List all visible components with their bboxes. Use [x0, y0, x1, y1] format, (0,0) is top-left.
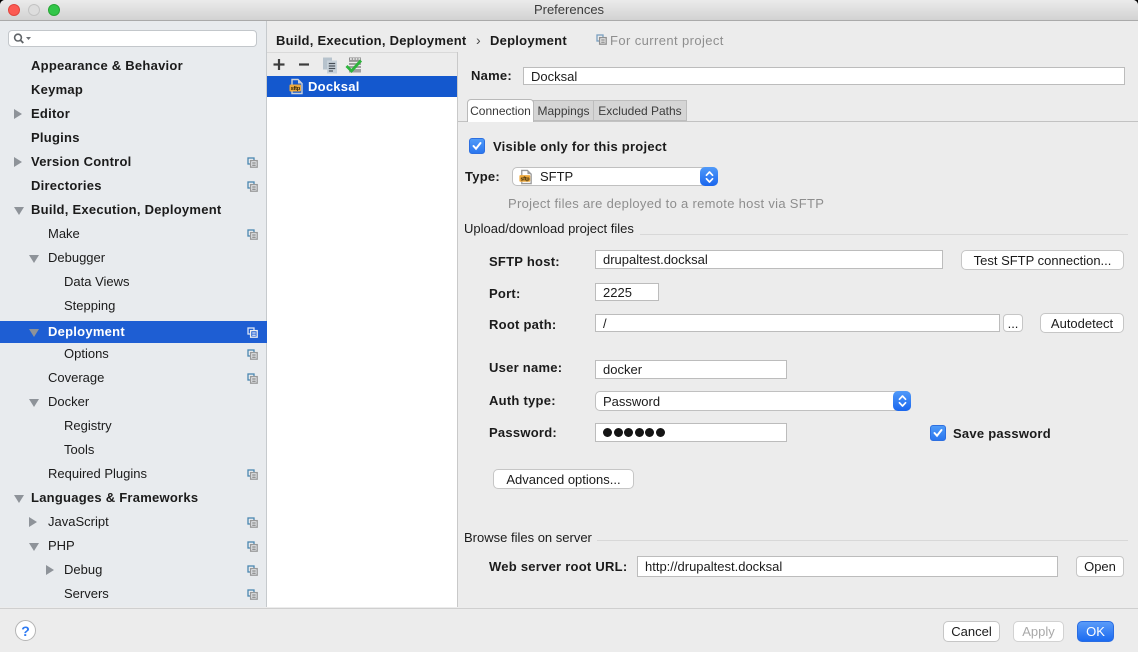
- svg-text:sftp: sftp: [520, 176, 530, 182]
- svg-text:sftp: sftp: [291, 86, 301, 92]
